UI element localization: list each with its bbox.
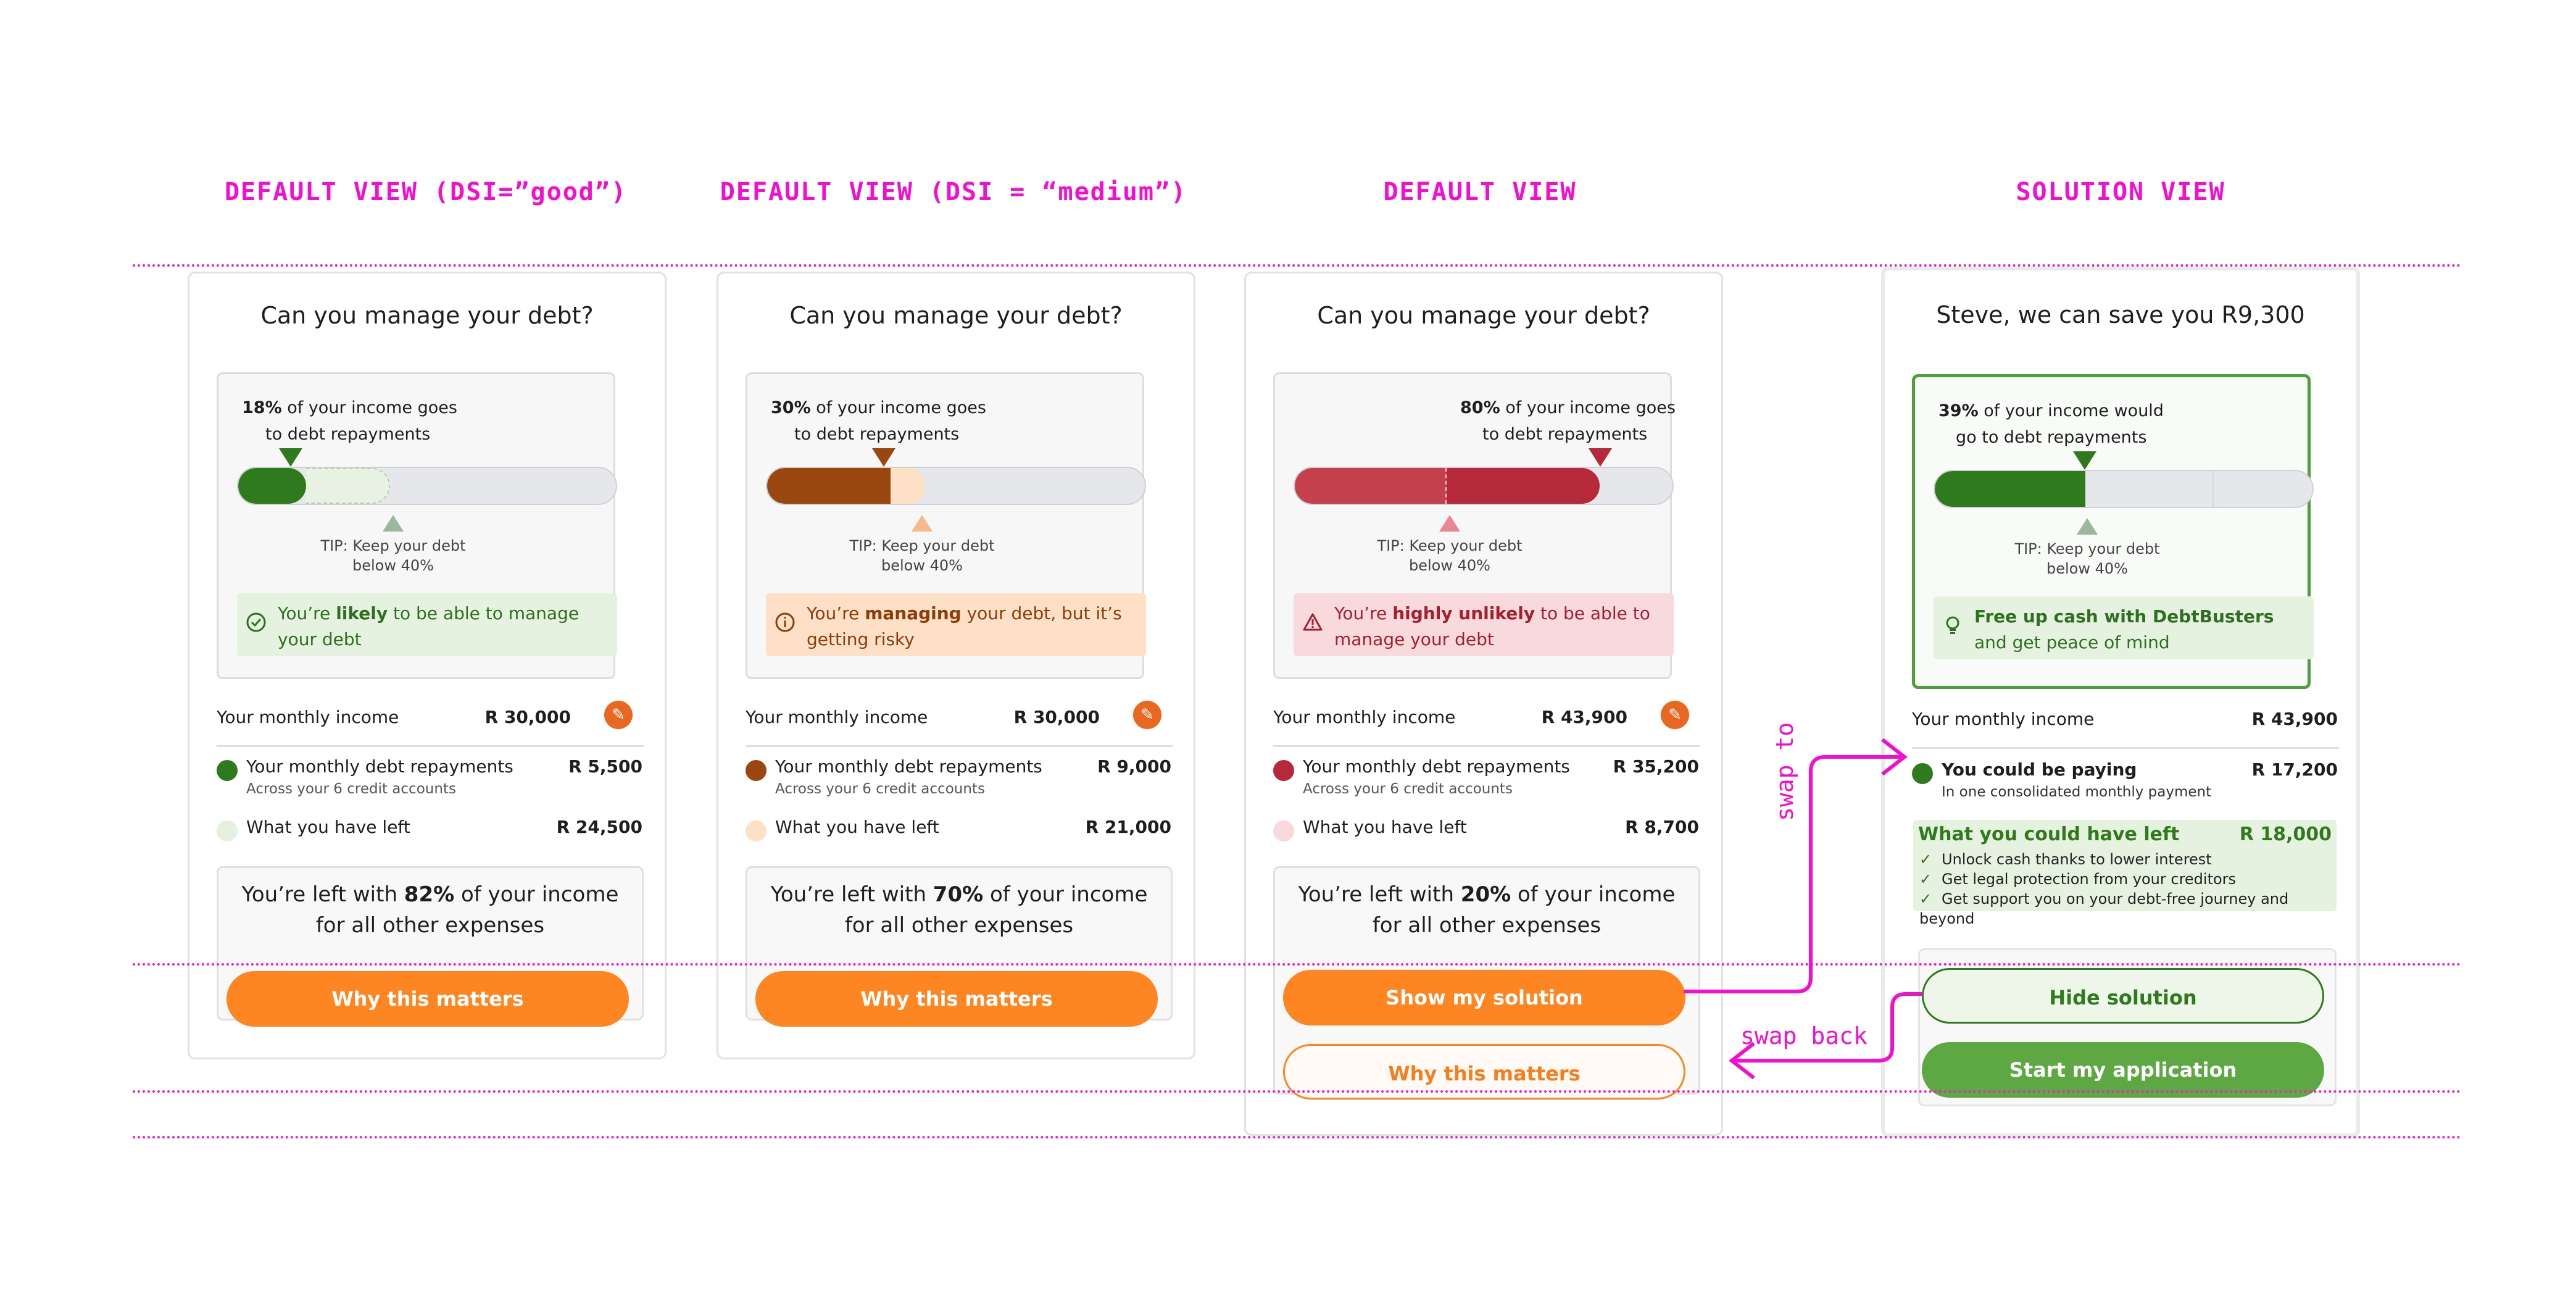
flow-arrows	[1684, 738, 1922, 1080]
swap-back-arrow	[1734, 992, 1922, 1062]
swap-to-arrow	[1684, 755, 1902, 993]
